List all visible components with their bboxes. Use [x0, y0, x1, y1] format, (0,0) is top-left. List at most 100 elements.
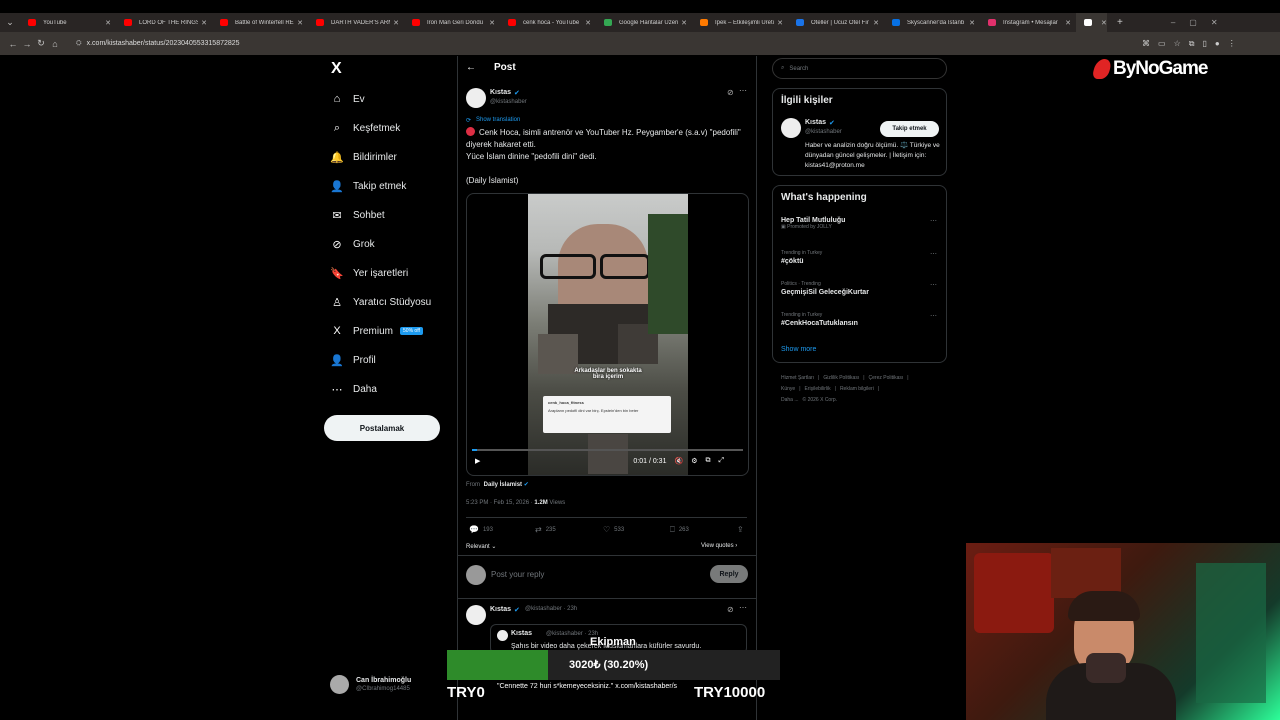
reply-author-handle[interactable]: @kistashaber · 23h — [525, 606, 577, 612]
view-quotes-link[interactable]: View quotes › — [701, 543, 737, 549]
footer-link[interactable]: © 2026 X Corp. — [803, 397, 838, 403]
star-icon[interactable]: ☆ — [1174, 39, 1181, 49]
tweet-author-name[interactable]: Kıstas — [490, 89, 511, 96]
extensions-icon[interactable]: ⧉ — [1189, 39, 1195, 49]
fullscreen-icon[interactable]: ⤢ — [718, 457, 724, 465]
bookmark-stat[interactable]: ⎕ 263 — [670, 525, 689, 535]
more-options-icon[interactable]: ⋯ — [739, 86, 747, 95]
trend-more-icon[interactable]: ⋯ — [930, 250, 937, 258]
sidebar-item-yer-i-aretleri[interactable]: 🔖 Yer işaretleri — [330, 267, 408, 280]
close-tab-icon[interactable]: ✕ — [489, 19, 495, 27]
account-switcher[interactable]: Can İbrahimoğlu @CIbrahimog14485 — [330, 675, 411, 694]
close-tab-icon[interactable]: ✕ — [1101, 19, 1107, 27]
close-tab-icon[interactable]: ✕ — [681, 19, 687, 27]
related-name[interactable]: Kıstas — [805, 119, 826, 126]
volume-icon[interactable]: 🔇 — [674, 457, 683, 465]
from-source-link[interactable]: Daily İslamist — [484, 482, 522, 488]
cast-icon[interactable]: ▭ — [1158, 39, 1166, 49]
url-field[interactable]: ⛭ x.com/kistashaber/status/20230405533158… — [68, 36, 1118, 52]
reply-stat[interactable]: 💬 193 — [469, 525, 493, 534]
sidebar-item-ev[interactable]: ⌂ Ev — [330, 93, 365, 105]
trend-item[interactable]: Politics · Trending GeçmişiSil GeleceğiKu… — [781, 281, 869, 296]
home-page-icon[interactable]: ⌂ — [48, 39, 62, 49]
sidebar-item-takip-etmek[interactable]: 👤 Takip etmek — [330, 180, 406, 193]
show-more-link[interactable]: Show more — [781, 346, 816, 353]
reply-input[interactable]: Post your reply — [491, 570, 544, 579]
post-button[interactable]: Postalamak — [324, 415, 440, 441]
avatar[interactable] — [781, 118, 801, 138]
search-input[interactable]: ⌕ Search — [772, 58, 947, 79]
browser-tab[interactable]: LORD OF THE RINGS ✕ — [116, 13, 212, 32]
tab-search-icon[interactable]: ⌄ — [3, 17, 17, 28]
trend-more-icon[interactable]: ⋯ — [930, 281, 937, 289]
trend-item[interactable]: Trending in Turkey #çöktü — [781, 250, 822, 265]
back-arrow-icon[interactable]: ← — [466, 62, 476, 73]
repost-stat[interactable]: ⇄ 235 — [535, 525, 556, 534]
close-tab-icon[interactable]: ✕ — [969, 19, 975, 27]
relevant-sort[interactable]: Relevant ⌄ — [466, 543, 496, 550]
browser-tab[interactable]: İpek – Etkileşimli Üreti ✕ — [692, 13, 788, 32]
browser-tab[interactable]: X✕ — [1076, 13, 1107, 32]
footer-link[interactable]: Hizmet Şartları — [781, 375, 814, 381]
settings-icon[interactable]: ⚙ — [691, 457, 697, 465]
sidebar-item-profil[interactable]: 👤 Profil — [330, 354, 376, 367]
sidebar-item-sohbet[interactable]: ✉ Sohbet — [330, 209, 384, 222]
x-logo[interactable]: X — [331, 60, 342, 78]
video-progress-bar[interactable] — [472, 449, 743, 451]
sidebar-icon[interactable]: ▯ — [1202, 39, 1206, 49]
browser-tab[interactable]: Battle of Winterfell RE ✕ — [212, 13, 308, 32]
more-options-icon[interactable]: ⋯ — [739, 603, 747, 612]
close-tab-icon[interactable]: ✕ — [777, 19, 783, 27]
play-icon[interactable]: ▶ — [475, 457, 480, 465]
sidebar-item-yarat-c-st-dyosu[interactable]: ♙ Yaratıcı Stüdyosu — [330, 296, 431, 309]
reply-author-name[interactable]: Kıstas — [490, 606, 511, 613]
trend-more-icon[interactable]: ⋯ — [930, 312, 937, 320]
menu-icon[interactable]: ⋮ — [1228, 39, 1236, 49]
show-translation-link[interactable]: Show translation — [476, 117, 520, 123]
like-stat[interactable]: ♡ 533 — [603, 525, 624, 534]
reply-button[interactable]: Reply — [710, 565, 748, 583]
follow-button[interactable]: Takip etmek — [880, 121, 939, 137]
browser-tab[interactable]: Instagram • Mesajlar ✕ — [980, 13, 1076, 32]
browser-tab[interactable]: Skyscanner'da İstanb ✕ — [884, 13, 980, 32]
close-tab-icon[interactable]: ✕ — [873, 19, 879, 27]
sidebar-item-premium[interactable]: X Premium 50% off — [330, 325, 423, 337]
close-tab-icon[interactable]: ✕ — [393, 19, 399, 27]
footer-link[interactable]: Künye — [781, 386, 795, 392]
close-tab-icon[interactable]: ✕ — [1065, 19, 1071, 27]
footer-link[interactable]: Gizlilik Politikası — [823, 375, 859, 381]
pip-icon[interactable]: ⧉ — [705, 457, 710, 465]
sidebar-item-grok[interactable]: ⊘ Grok — [330, 238, 374, 251]
close-tab-icon[interactable]: ✕ — [297, 19, 303, 27]
share-stat[interactable]: ⇪ — [737, 525, 744, 534]
sidebar-item-ke-fetmek[interactable]: ⌕ Keşfetmek — [330, 122, 400, 135]
sidebar-item-daha[interactable]: ⋯ Daha — [330, 383, 377, 396]
maximize-button[interactable]: ▢ — [1189, 18, 1197, 27]
grok-explain-icon[interactable]: ⊘ — [727, 88, 734, 97]
related-handle[interactable]: @kistashaber — [805, 129, 842, 135]
trend-more-icon[interactable]: ⋯ — [930, 217, 937, 225]
minimize-button[interactable]: – — [1171, 18, 1175, 27]
footer-link[interactable]: Çerez Politikası — [869, 375, 904, 381]
site-info-icon[interactable]: ⛭ — [76, 40, 82, 48]
video-player[interactable]: Arkadaşlar ben sokakta bira içerim cenk_… — [466, 193, 749, 476]
reload-icon[interactable]: ↻ — [34, 38, 48, 49]
close-tab-icon[interactable]: ✕ — [585, 19, 591, 27]
close-window-button[interactable]: ✕ — [1211, 18, 1218, 27]
new-tab-button[interactable]: + — [1117, 17, 1123, 28]
back-icon[interactable]: ← — [6, 39, 20, 49]
trend-item[interactable]: Trending in Turkey #CenkHocaTutuklansın — [781, 312, 858, 327]
browser-tab[interactable]: Oteller | Ucuz Otel Fır ✕ — [788, 13, 884, 32]
footer-link[interactable]: Reklam bilgileri — [840, 386, 874, 392]
footer-link[interactable]: Erişilebilirlik — [805, 386, 831, 392]
browser-tab[interactable]: YouTube ✕ — [20, 13, 116, 32]
sidebar-item-bildirimler[interactable]: 🔔 Bildirimler — [330, 151, 397, 164]
translate-icon[interactable]: ⌘ — [1142, 39, 1150, 49]
trend-item[interactable]: Hep Tatil Mutluluğu ▣ Promoted by JOLLY — [781, 217, 845, 230]
browser-tab[interactable]: Iron Man Geri Döndü ✕ — [404, 13, 500, 32]
profile-avatar-icon[interactable]: ● — [1215, 39, 1220, 49]
browser-tab[interactable]: DARTH VADER'S ARMY✕ — [308, 13, 404, 32]
close-tab-icon[interactable]: ✕ — [201, 19, 207, 27]
footer-link[interactable]: Daha ... — [781, 397, 799, 403]
close-tab-icon[interactable]: ✕ — [105, 19, 111, 27]
